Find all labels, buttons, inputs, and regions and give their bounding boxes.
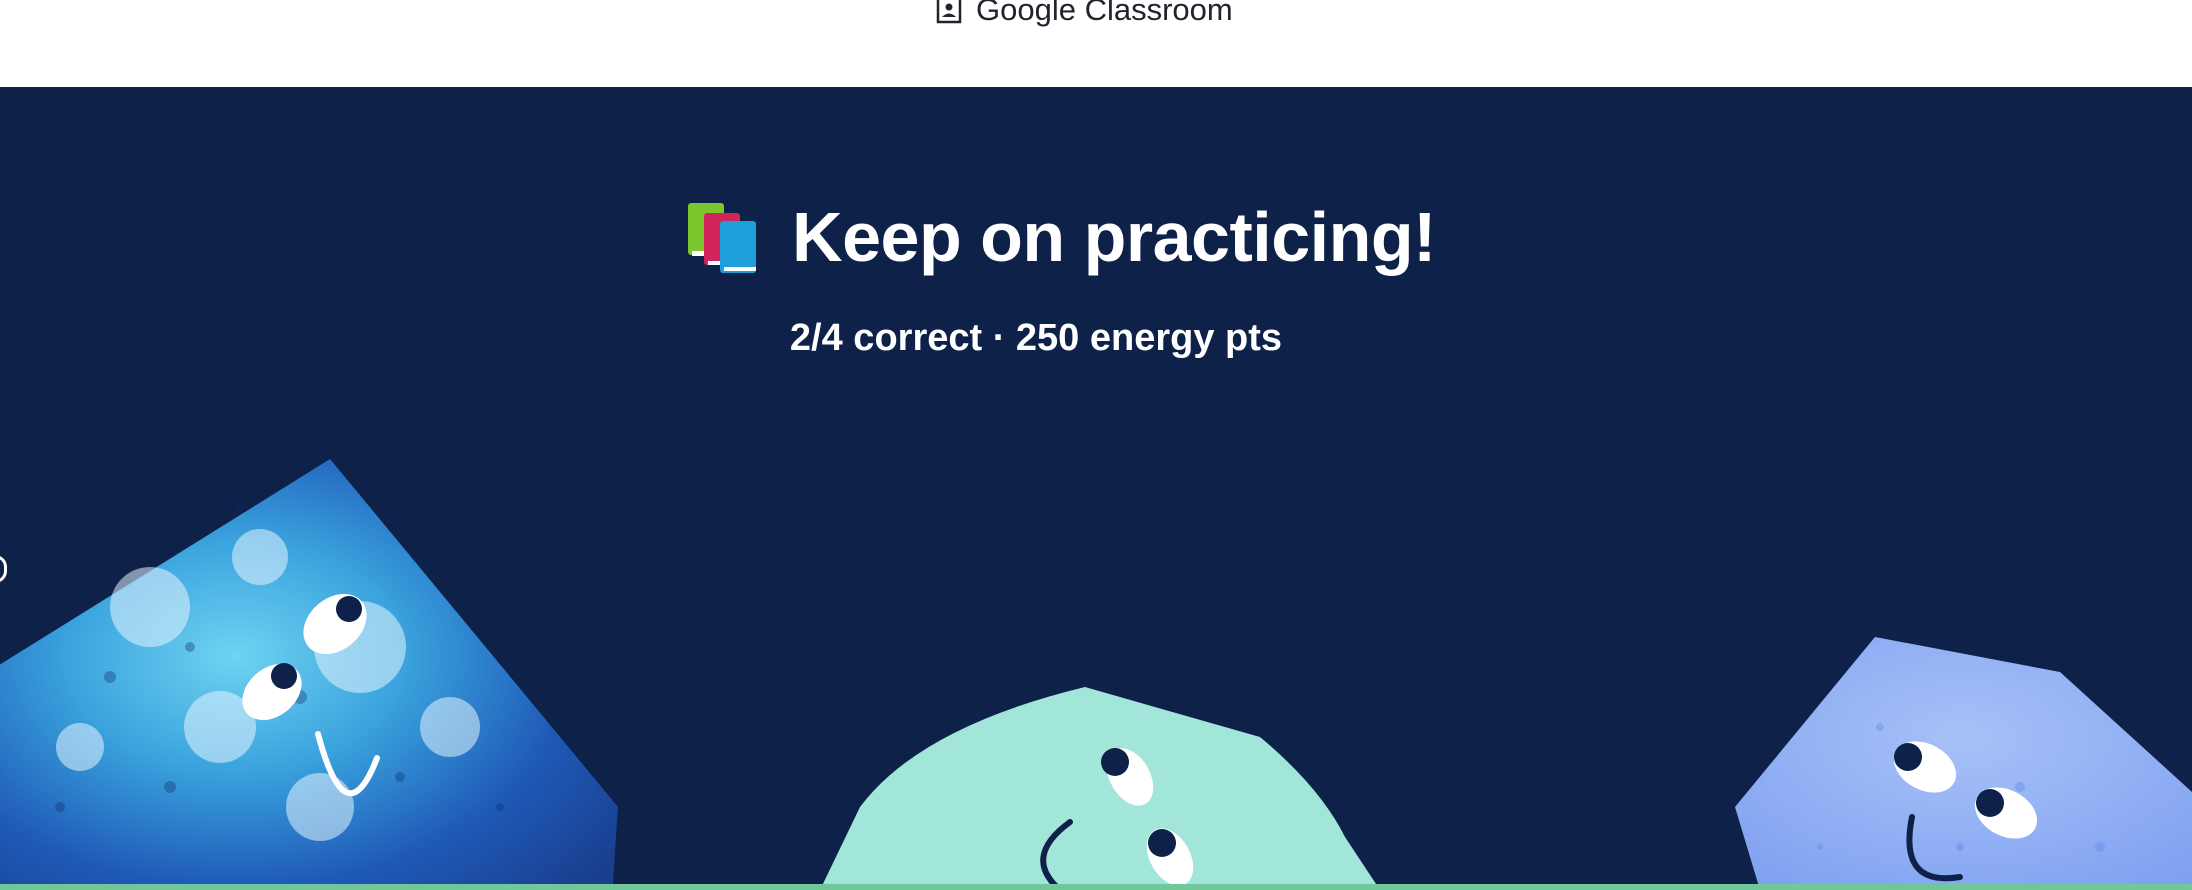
result-panel: Keep on practicing! 2/4 correct · 250 en… [0, 87, 2192, 890]
creature-left [0, 459, 618, 890]
result-heading: Keep on practicing! [0, 197, 2192, 278]
page-title: Keep on practicing! [792, 198, 1436, 276]
books-emoji-icon [688, 203, 757, 273]
creature-middle [820, 687, 1380, 890]
google-classroom-share-link[interactable]: Google Classroom [936, 0, 1233, 30]
creature-right [1735, 637, 2192, 890]
score-text: 2/4 correct · 250 energy pts [789, 317, 1283, 359]
classroom-icon [936, 0, 962, 24]
top-bar: Google Classroom [0, 0, 2192, 87]
score-summary: 2/4 correct · 250 energy pts [0, 317, 2192, 360]
google-classroom-label: Google Classroom [976, 0, 1233, 27]
bottom-action-bar [0, 884, 2192, 890]
